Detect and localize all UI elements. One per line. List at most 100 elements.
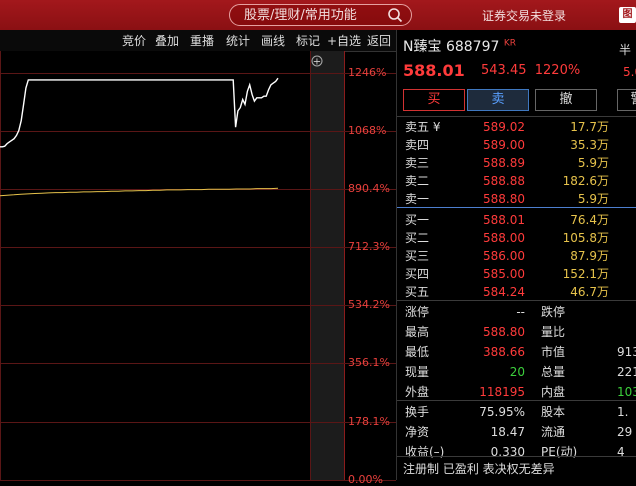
ask-row[interactable]: 卖五 ¥ 589.02 17.7万 <box>397 118 636 136</box>
price-line-chart <box>0 77 279 197</box>
bid-row[interactable]: 买二 588.00 105.8万 <box>397 229 636 247</box>
level-label: 卖四 <box>405 138 430 152</box>
stat-label: 流通 <box>541 425 566 439</box>
stat-value: 0.330 <box>490 445 525 459</box>
toolbar-back-button[interactable]: 返回 <box>367 32 391 49</box>
cancel-order-button[interactable]: 撤 <box>535 89 597 111</box>
search-icon[interactable] <box>387 7 403 23</box>
level-price: 588.80 <box>483 192 525 206</box>
divider <box>397 400 636 401</box>
ask-row[interactable]: 卖二 588.88 182.6万 <box>397 172 636 190</box>
stat-label: 量比 <box>541 325 566 339</box>
stat-label: 收益(–) <box>405 445 445 459</box>
stat-label: 涨停 <box>405 305 430 319</box>
level-volume: 35.3万 <box>570 138 609 152</box>
level-label: 买三 <box>405 249 430 263</box>
level-label: 买二 <box>405 231 430 245</box>
stat-label: 换手 <box>405 405 430 419</box>
trade-login-status[interactable]: 证券交易未登录 <box>482 7 566 24</box>
bid-row[interactable]: 买五 584.24 46.7万 <box>397 283 636 301</box>
search-input[interactable]: 股票/理财/常用功能 <box>229 4 412 26</box>
stat-value: 20 <box>509 365 525 379</box>
level-volume: 46.7万 <box>570 285 609 299</box>
level-price: 585.00 <box>483 267 525 281</box>
y-tick-label: 1068% <box>348 124 387 137</box>
stat-value: 29 <box>617 425 633 439</box>
y-tick-label: 178.1% <box>348 415 390 428</box>
stat-row: 最低 388.66 市值 913 <box>397 342 636 362</box>
stat-label: 市值 <box>541 345 566 359</box>
stat-label: 跌停 <box>541 305 566 319</box>
level-volume: 17.7万 <box>570 120 609 134</box>
level-volume: 152.1万 <box>562 267 609 281</box>
stat-value: 118195 <box>479 385 525 399</box>
level-label: 卖五 ¥ <box>405 120 441 134</box>
level-label: 买一 <box>405 213 430 227</box>
level-label: 卖三 <box>405 156 430 170</box>
stat-label: 外盘 <box>405 385 430 399</box>
toolbar-stats-button[interactable]: 统计 <box>226 32 250 49</box>
stat-value: -- <box>516 305 525 319</box>
stat-label: 股本 <box>541 405 566 419</box>
stat-label: 净资 <box>405 425 430 439</box>
y-tick-label: 1246% <box>348 66 387 79</box>
half-value: 5.0 <box>623 65 636 79</box>
level-volume: 182.6万 <box>562 174 609 188</box>
sell-button[interactable]: 卖 <box>467 89 529 111</box>
toolbar-auction-button[interactable]: 竞价 <box>122 32 146 49</box>
stat-row: 外盘 118195 内盘 103 <box>397 382 636 402</box>
level-price: 588.89 <box>483 156 525 170</box>
stat-value: 588.80 <box>483 325 525 339</box>
bid-row[interactable]: 买一 588.01 76.4万 <box>397 211 636 229</box>
intraday-chart[interactable]: 1246% 1068% 890.4% 712.3% 534.2% 356.1% 178.1%… <box>0 51 396 486</box>
stat-label: PE(动) <box>541 445 578 459</box>
level-volume: 105.8万 <box>562 231 609 245</box>
last-price: 588.01 <box>403 61 465 80</box>
toolbar-overlay-button[interactable]: 叠加 <box>155 32 179 49</box>
kr-badge: KR <box>503 38 516 49</box>
registration-info: 注册制 已盈利 表决权无差异 <box>403 462 555 476</box>
ask-row[interactable]: 卖一 588.80 5.9万 <box>397 190 636 208</box>
level-volume: 5.9万 <box>577 192 609 206</box>
stat-value: 75.95% <box>479 405 525 419</box>
stat-value: 18.47 <box>490 425 525 439</box>
alert-button[interactable]: 警 <box>617 89 636 111</box>
stat-value: 1. <box>617 405 629 419</box>
level-volume: 76.4万 <box>570 213 609 227</box>
level-label: 买四 <box>405 267 430 281</box>
level-price: 586.00 <box>483 249 525 263</box>
divider <box>397 456 636 457</box>
stat-row: 现量 20 总量 221 <box>397 362 636 382</box>
level-price: 589.00 <box>483 138 525 152</box>
divider <box>397 300 636 301</box>
search-placeholder: 股票/理财/常用功能 <box>244 8 357 23</box>
stat-row: 收益(–) 0.330 PE(动) 4 <box>397 442 636 462</box>
ask-row[interactable]: 卖四 589.00 35.3万 <box>397 136 636 154</box>
stat-row: 净资 18.47 流通 29 <box>397 422 636 442</box>
bid-row[interactable]: 买四 585.00 152.1万 <box>397 265 636 283</box>
stat-row: 涨停 -- 跌停 <box>397 302 636 322</box>
average-series-line <box>0 187 279 197</box>
toolbar-replay-button[interactable]: 重播 <box>190 32 214 49</box>
app-menu-icon[interactable]: 图 <box>619 7 636 23</box>
ask-row[interactable]: 卖三 588.89 5.9万 <box>397 154 636 172</box>
zoom-plus-icon[interactable]: + <box>311 55 323 67</box>
level-label: 卖二 <box>405 174 430 188</box>
divider <box>397 116 636 117</box>
level-volume: 87.9万 <box>570 249 609 263</box>
toolbar-mark-button[interactable]: 标记 <box>296 32 320 49</box>
bid-row[interactable]: 买三 586.00 87.9万 <box>397 247 636 265</box>
stat-value: 913 <box>617 345 636 359</box>
grid-line-horizontal <box>0 480 396 481</box>
stat-label: 现量 <box>405 365 430 379</box>
orderbook-divider <box>397 207 636 208</box>
toolbar-add-watch-button[interactable]: +自选 <box>327 32 361 49</box>
toolbar-draw-button[interactable]: 画线 <box>261 32 285 49</box>
stat-row: 最高 588.80 量比 <box>397 322 636 342</box>
level-label: 买五 <box>405 285 430 299</box>
zoom-plus-label: + <box>313 57 321 68</box>
stat-value: 221 <box>617 365 636 379</box>
y-tick-label: 712.3% <box>348 240 390 253</box>
buy-button[interactable]: 买 <box>403 89 465 111</box>
chart-toolbar: 竞价 叠加 重播 统计 画线 标记 +自选 返回 <box>0 30 396 52</box>
